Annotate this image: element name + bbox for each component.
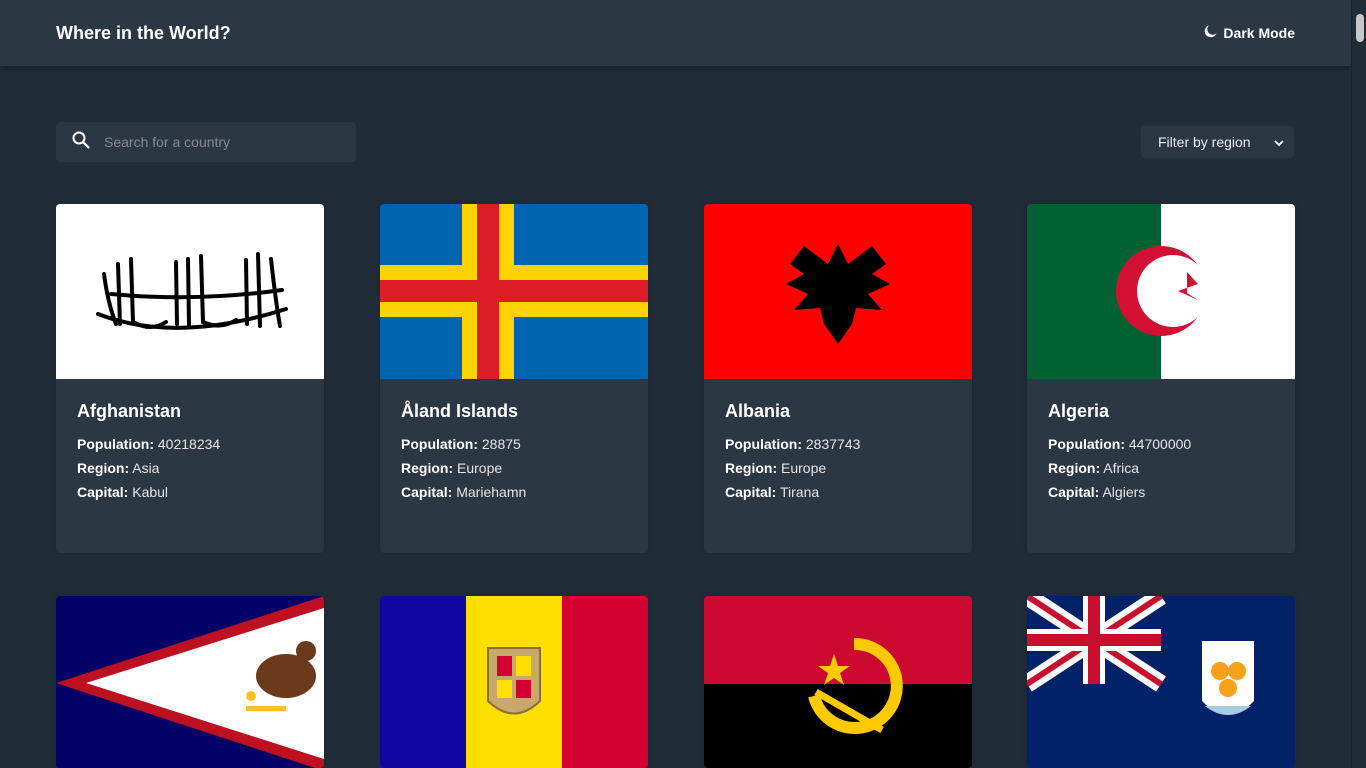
flag-andorra xyxy=(380,596,648,768)
flag-afghanistan xyxy=(56,204,324,379)
country-card[interactable] xyxy=(704,596,972,768)
country-name: Algeria xyxy=(1048,401,1110,421)
search-input[interactable] xyxy=(104,134,324,150)
flag-angola xyxy=(704,596,972,768)
flag-algeria xyxy=(1027,204,1295,379)
country-name: Åland Islands xyxy=(401,401,519,421)
app-title: Where in the World? xyxy=(56,22,231,43)
dark-mode-label: Dark Mode xyxy=(1223,25,1295,41)
capital-stat: Capital: Tirana xyxy=(725,484,820,500)
region-filter-label: Filter by region xyxy=(1158,134,1251,150)
region-stat: Region: Asia xyxy=(77,460,160,476)
population-stat: Population: 40218234 xyxy=(77,436,221,452)
capital-stat: Capital: Algiers xyxy=(1048,484,1146,500)
country-card[interactable] xyxy=(56,596,324,768)
country-name: Albania xyxy=(725,401,791,421)
country-card[interactable]: Åland Islands Population: 28875 Region: … xyxy=(380,204,648,553)
flag-american-samoa xyxy=(56,596,324,768)
population-stat: Population: 44700000 xyxy=(1048,436,1192,452)
app-header: Where in the World? Dark Mode xyxy=(0,0,1351,66)
flag-anguilla xyxy=(1027,596,1295,768)
region-stat: Region: Africa xyxy=(1048,460,1140,476)
population-stat: Population: 28875 xyxy=(401,436,521,452)
moon-icon xyxy=(1204,25,1218,41)
country-card[interactable]: Albania Population: 2837743 Region: Euro… xyxy=(704,204,972,553)
country-card[interactable]: Afghanistan Population: 40218234 Region:… xyxy=(56,204,324,553)
region-stat: Region: Europe xyxy=(725,460,827,476)
page-scrollbar[interactable] xyxy=(1351,0,1366,768)
country-card[interactable] xyxy=(1027,596,1295,768)
country-name: Afghanistan xyxy=(77,401,182,421)
country-card[interactable]: Algeria Population: 44700000 Region: Afr… xyxy=(1027,204,1295,553)
region-stat: Region: Europe xyxy=(401,460,503,476)
capital-stat: Capital: Mariehamn xyxy=(401,484,527,500)
search-icon xyxy=(72,131,90,154)
region-filter-select[interactable]: Filter by region xyxy=(1140,125,1295,159)
chevron-down-icon xyxy=(1274,134,1284,150)
capital-stat: Capital: Kabul xyxy=(77,484,169,500)
country-card[interactable] xyxy=(380,596,648,768)
flag-aland-islands xyxy=(380,204,648,379)
flag-albania xyxy=(704,204,972,379)
dark-mode-toggle[interactable]: Dark Mode xyxy=(1204,25,1295,41)
population-stat: Population: 2837743 xyxy=(725,436,861,452)
search-box[interactable] xyxy=(56,122,356,162)
scrollbar-thumb[interactable] xyxy=(1356,14,1364,42)
